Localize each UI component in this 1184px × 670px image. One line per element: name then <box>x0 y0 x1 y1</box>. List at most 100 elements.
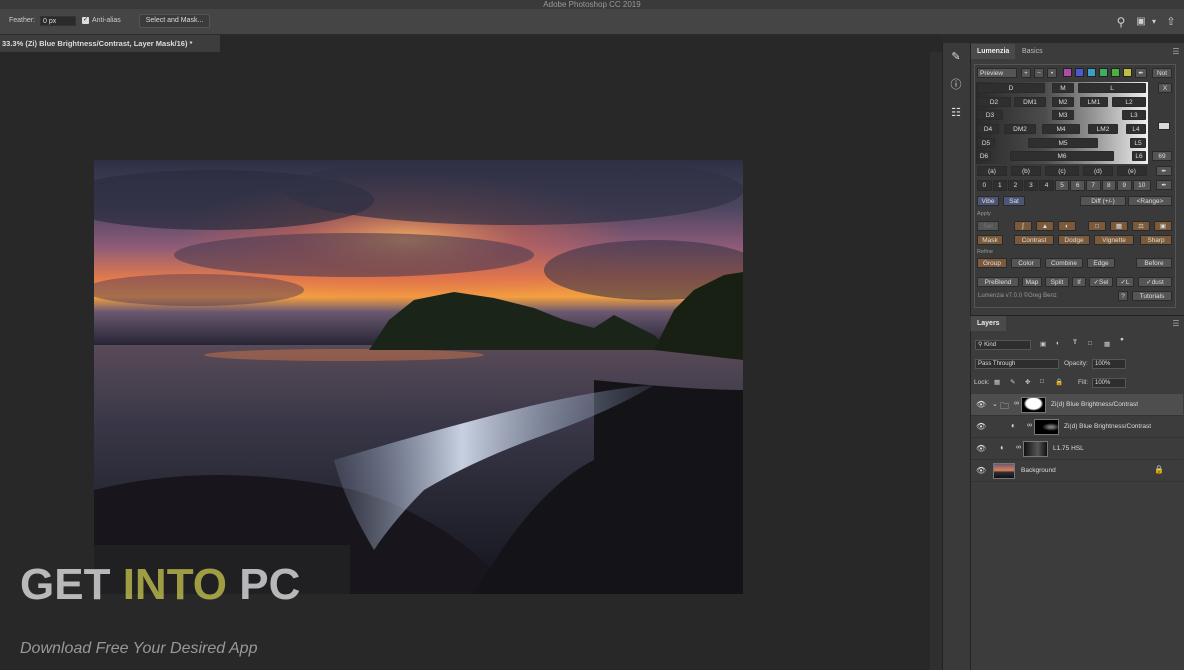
swatch-green[interactable] <box>1099 68 1108 77</box>
properties-icon[interactable]: ☷ <box>949 106 963 120</box>
zone-lm1[interactable]: LM1 <box>1080 97 1108 107</box>
zone-d2[interactable]: D2 <box>977 97 1011 107</box>
canvas-scrollbar[interactable] <box>930 52 942 670</box>
zone-l5[interactable]: L5 <box>1130 138 1146 148</box>
layer-row[interactable]: 👁 ◐ ∞ Zi(d) Blue Brightness/Contrast <box>971 416 1183 438</box>
edge-button[interactable]: Edge <box>1087 258 1115 268</box>
workspace-icon[interactable]: ▣ <box>1134 15 1148 29</box>
swatch-lime[interactable] <box>1111 68 1120 77</box>
zone-button-d[interactable]: (d) <box>1083 166 1113 176</box>
mask-icon[interactable]: □ <box>1088 221 1106 231</box>
slider-handle[interactable] <box>1158 122 1170 130</box>
lock-brush-icon[interactable]: ✎ <box>1010 378 1015 386</box>
diff-button[interactable]: Diff (+/-) <box>1080 196 1126 206</box>
mask-button[interactable]: Mask <box>977 235 1003 245</box>
eyedropper-minus-icon[interactable]: ✒ <box>1156 180 1172 190</box>
share-icon[interactable]: ⇧ <box>1164 15 1178 29</box>
lock-transparency-icon[interactable]: ▦ <box>994 378 1000 386</box>
zone-m5[interactable]: M5 <box>1028 138 1098 148</box>
group-button[interactable]: Group <box>977 258 1007 268</box>
search-icon[interactable]: ⚲ <box>1114 15 1128 29</box>
number-4[interactable]: 4 <box>1039 180 1054 191</box>
select-and-mask-button[interactable]: Select and Mask... <box>139 14 210 28</box>
number-3[interactable]: 3 <box>1023 180 1039 191</box>
if-button[interactable]: If <box>1072 277 1086 287</box>
info-icon[interactable]: ⓘ <box>949 78 963 92</box>
vibe-button[interactable]: Vibe <box>977 196 999 206</box>
swatch-magenta[interactable] <box>1063 68 1072 77</box>
tab-basics[interactable]: Basics <box>1016 44 1049 59</box>
number-8[interactable]: 8 <box>1101 180 1117 191</box>
layer-mask-thumbnail[interactable] <box>1023 441 1048 457</box>
number-9[interactable]: 9 <box>1117 180 1132 191</box>
layer-mask-thumbnail[interactable] <box>1034 419 1059 435</box>
zone-m2[interactable]: M2 <box>1052 97 1074 107</box>
check-l-button[interactable]: ✓L <box>1116 277 1134 287</box>
brush-settings-icon[interactable]: ✎ <box>949 50 963 64</box>
number-6[interactable]: 6 <box>1070 180 1085 191</box>
link-icon[interactable]: ∞ <box>1014 400 1019 407</box>
split-button[interactable]: Split <box>1045 277 1069 287</box>
chevron-down-icon[interactable]: ⌄ <box>992 400 998 408</box>
not-button[interactable]: Not <box>1152 68 1172 78</box>
check-sel-button[interactable]: ✓Sel <box>1089 277 1113 287</box>
filter-smart-icon[interactable]: ▩ <box>1104 340 1110 348</box>
feather-input[interactable]: 0 px <box>40 16 76 26</box>
layer-row[interactable]: 👁 ◐ ∞ L1.75 HSL <box>971 438 1183 460</box>
number-1[interactable]: 1 <box>992 180 1008 191</box>
layers-menu-icon[interactable]: ☰ <box>1171 320 1181 328</box>
preblend-button[interactable]: PreBlend <box>977 277 1019 287</box>
dodge-button[interactable]: Dodge <box>1058 235 1090 245</box>
zone-dm1[interactable]: DM1 <box>1014 97 1046 107</box>
zone-button-e[interactable]: (e) <box>1117 166 1147 176</box>
levels-icon[interactable]: ▲ <box>1036 221 1054 231</box>
eye-icon[interactable]: 👁 <box>976 467 986 475</box>
filter-pixel-icon[interactable]: ▣ <box>1040 340 1046 348</box>
eye-icon[interactable]: 👁 <box>976 401 986 409</box>
contrast-button[interactable]: Contrast <box>1014 235 1054 245</box>
layer-row[interactable]: 👁 Background 🔒 <box>971 460 1183 482</box>
opacity-input[interactable]: 100% <box>1092 359 1126 369</box>
layer-row[interactable]: 👁 ⌄ 🗀 ∞ Zi(d) Blue Brightness/Contrast <box>971 394 1183 416</box>
plus-button[interactable]: + <box>1021 68 1031 78</box>
number-2[interactable]: 2 <box>1008 180 1023 191</box>
number-10[interactable]: 10 <box>1132 180 1151 191</box>
filter-shape-icon[interactable]: □ <box>1088 340 1092 347</box>
vignette-button[interactable]: Vignette <box>1094 235 1134 245</box>
zone-dm2[interactable]: DM2 <box>1004 124 1036 134</box>
lock-all-icon[interactable]: 🔒 <box>1055 378 1063 386</box>
curves-icon[interactable]: ∫ <box>1014 221 1032 231</box>
sat-button[interactable]: Sat <box>1003 196 1025 206</box>
filter-type-icon[interactable]: T <box>1073 339 1077 346</box>
map-button[interactable]: Map <box>1022 277 1042 287</box>
contrast-icon[interactable]: ◐ <box>1058 221 1076 231</box>
zone-button-c[interactable]: (c) <box>1045 166 1079 176</box>
blend-mode-select[interactable]: Pass Through <box>975 359 1059 369</box>
preview-dropdown[interactable]: Preview <box>977 68 1017 78</box>
lock-move-icon[interactable]: ✥ <box>1025 378 1030 386</box>
layer-mask-thumbnail[interactable] <box>1021 397 1046 413</box>
zone-l2[interactable]: L2 <box>1112 97 1146 107</box>
swatch-cyan[interactable] <box>1087 68 1096 77</box>
zone-d3[interactable]: D3 <box>977 110 1003 120</box>
check-dust-button[interactable]: ✓dust <box>1138 277 1172 287</box>
number-5[interactable]: 5 <box>1054 180 1070 191</box>
panel-menu-icon[interactable]: ☰ <box>1171 48 1181 56</box>
range-button[interactable]: <Range> <box>1128 196 1172 206</box>
zone-l3[interactable]: L3 <box>1122 110 1146 120</box>
zone-button-a[interactable]: (a) <box>977 166 1007 176</box>
dot-button[interactable]: • <box>1047 68 1057 78</box>
layer-thumbnail[interactable] <box>993 463 1015 479</box>
zone-lm2[interactable]: LM2 <box>1088 124 1118 134</box>
combine-button[interactable]: Combine <box>1045 258 1083 268</box>
link-icon[interactable]: ∞ <box>1027 422 1032 429</box>
number-7[interactable]: 7 <box>1085 180 1101 191</box>
balance-icon[interactable]: ⚖ <box>1132 221 1150 231</box>
minus-button[interactable]: − <box>1034 68 1044 78</box>
frame-icon[interactable]: ▣ <box>1154 221 1172 231</box>
filter-toggle-icon[interactable]: ● <box>1120 336 1124 343</box>
chevron-down-icon[interactable]: ▾ <box>1150 15 1158 29</box>
filter-adjustment-icon[interactable]: ◐ <box>1056 340 1060 347</box>
zone-l[interactable]: L <box>1078 83 1146 93</box>
close-button[interactable]: X <box>1158 83 1172 93</box>
